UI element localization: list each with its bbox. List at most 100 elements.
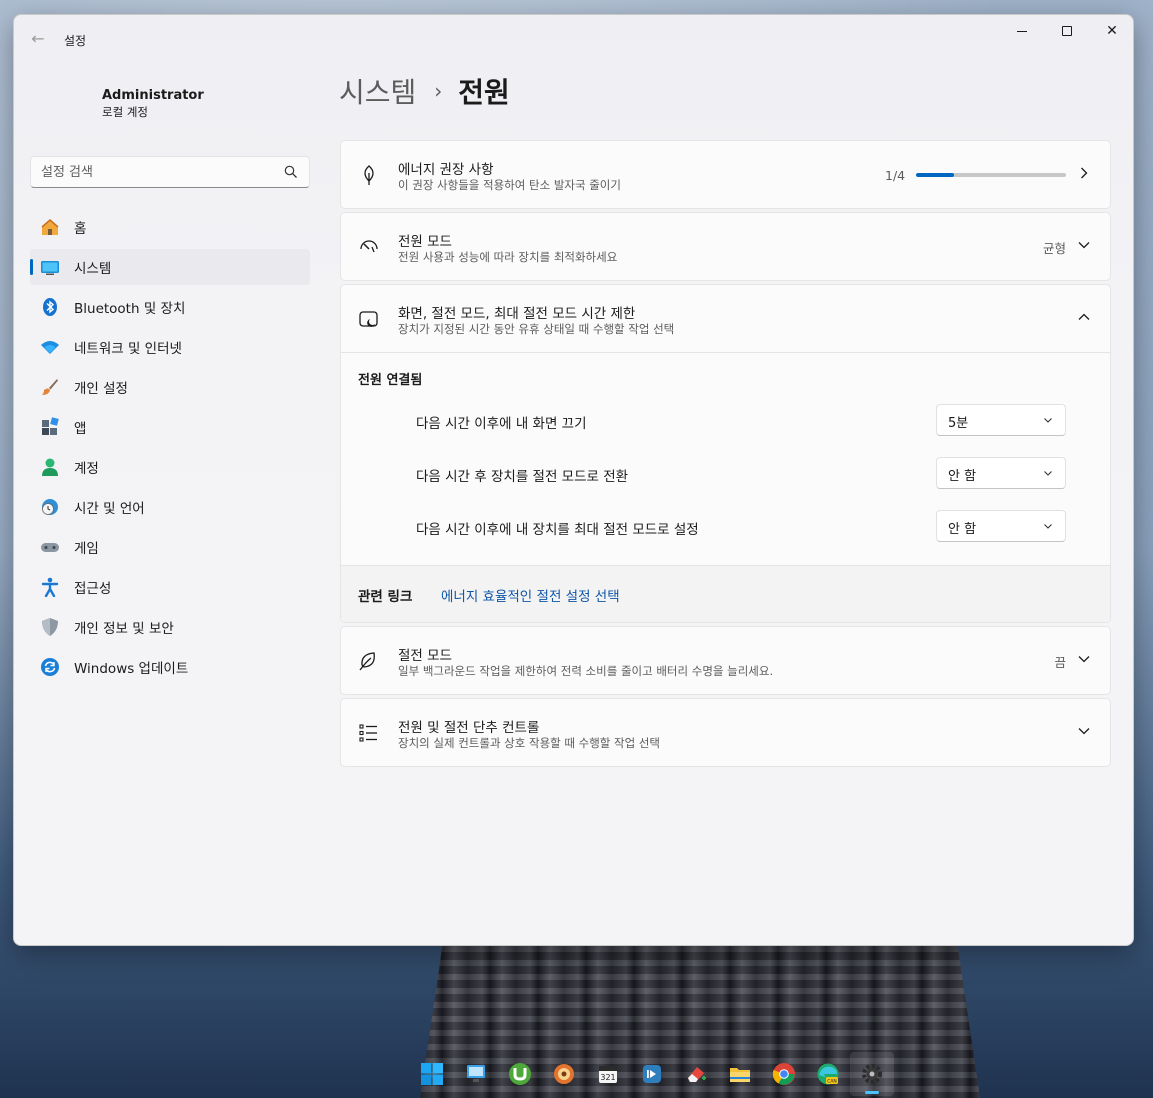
sidebar-item-network[interactable]: 네트워크 및 인터넷 bbox=[30, 329, 310, 365]
close-button[interactable]: ✕ bbox=[1089, 15, 1133, 47]
energy-saver-value: 끔 bbox=[1054, 655, 1066, 670]
minimize-icon bbox=[1017, 30, 1027, 32]
chrome-icon[interactable] bbox=[762, 1052, 806, 1096]
sleep-dropdown[interactable]: 안 함 bbox=[936, 457, 1066, 489]
power-mode-card[interactable]: 전원 모드 전원 사용과 성능에 따라 장치를 최적화하세요 균형 bbox=[340, 212, 1111, 281]
sidebar-item-gaming[interactable]: 게임 bbox=[30, 529, 310, 565]
hibernate-label: 다음 시간 이후에 내 장치를 최대 절전 모드로 설정 bbox=[416, 522, 699, 538]
screen-sleep-subtitle: 장치가 지정된 시간 동안 유휴 상태일 때 수행할 작업 선택 bbox=[398, 322, 675, 336]
sleep-setting: 다음 시간 후 장치를 절전 모드로 전환 안 함 bbox=[358, 448, 1093, 500]
breadcrumb-parent[interactable]: 시스템 bbox=[339, 71, 416, 111]
sidebar-item-label: 계정 bbox=[74, 461, 99, 477]
screen-sleep-title: 화면, 절전 모드, 최대 절전 모드 시간 제한 bbox=[398, 306, 636, 322]
sidebar-item-apps[interactable]: 앱 bbox=[30, 409, 310, 445]
utorrent-icon[interactable] bbox=[498, 1052, 542, 1096]
title-bar: ← 설정 ✕ bbox=[14, 15, 1133, 61]
energy-saver-icon bbox=[359, 652, 375, 671]
settings-search bbox=[30, 156, 310, 188]
brush-icon bbox=[40, 377, 60, 397]
sidebar-item-label: 접근성 bbox=[74, 581, 112, 597]
settings-window: ← 설정 ✕ Administrator 로컬 계정 홈 시스템 bbox=[13, 14, 1134, 946]
sleep-value: 안 함 bbox=[948, 469, 977, 484]
disk-tool-icon[interactable] bbox=[542, 1052, 586, 1096]
shield-icon bbox=[40, 617, 60, 637]
energy-subtitle: 이 권장 사항들을 적용하여 탄소 발자국 줄이기 bbox=[398, 178, 621, 192]
edge-canary-icon[interactable]: CAN bbox=[806, 1052, 850, 1096]
list-icon bbox=[359, 724, 377, 742]
user-profile[interactable]: Administrator 로컬 계정 bbox=[102, 87, 204, 120]
sidebar-item-home[interactable]: 홈 bbox=[30, 209, 310, 245]
sidebar-item-label: 시간 및 언어 bbox=[74, 501, 145, 517]
sidebar-item-label: Windows 업데이트 bbox=[74, 661, 189, 677]
clock-globe-icon bbox=[40, 497, 60, 517]
breadcrumb-separator: › bbox=[434, 79, 443, 103]
search-input[interactable] bbox=[31, 157, 271, 187]
chevron-down-icon bbox=[1078, 728, 1090, 735]
energy-saver-subtitle: 일부 백그라운드 작업을 제한하여 전력 소비를 줄이고 배터리 수명을 늘리세… bbox=[398, 664, 774, 678]
sidebar-item-privacy[interactable]: 개인 정보 및 보안 bbox=[30, 609, 310, 645]
sleep-label: 다음 시간 후 장치를 절전 모드로 전환 bbox=[416, 469, 629, 485]
sidebar-item-system[interactable]: 시스템 bbox=[30, 249, 310, 285]
energy-recommendations-card[interactable]: 에너지 권장 사항 이 권장 사항들을 적용하여 탄소 발자국 줄이기 1/4 bbox=[340, 140, 1111, 209]
screen-sleep-card: 화면, 절전 모드, 최대 절전 모드 시간 제한 장치가 지정된 시간 동안 … bbox=[340, 284, 1111, 623]
taskbar: 321 CAN bbox=[410, 1052, 900, 1096]
leaf-icon bbox=[364, 165, 374, 185]
sidebar-item-bluetooth[interactable]: Bluetooth 및 장치 bbox=[30, 289, 310, 325]
home-icon bbox=[40, 217, 60, 237]
sidebar-item-accounts[interactable]: 계정 bbox=[30, 449, 310, 485]
sidebar-item-label: 게임 bbox=[74, 541, 99, 557]
svg-text:321: 321 bbox=[600, 1073, 615, 1082]
screen-sleep-header[interactable]: 화면, 절전 모드, 최대 절전 모드 시간 제한 장치가 지정된 시간 동안 … bbox=[341, 285, 1110, 352]
calendar-app-icon[interactable]: 321 bbox=[586, 1052, 630, 1096]
chevron-down-icon bbox=[1078, 242, 1090, 249]
page-title: 전원 bbox=[458, 76, 510, 109]
screen-off-label: 다음 시간 이후에 내 화면 끄기 bbox=[416, 416, 587, 432]
sidebar-item-accessibility[interactable]: 접근성 bbox=[30, 569, 310, 605]
sidebar-item-label: Bluetooth 및 장치 bbox=[74, 301, 186, 317]
energy-saver-title: 절전 모드 bbox=[398, 648, 452, 664]
back-button[interactable]: ← bbox=[26, 27, 50, 51]
settings-icon[interactable] bbox=[850, 1052, 894, 1096]
chevron-down-icon bbox=[1044, 418, 1052, 423]
gamepad-icon bbox=[40, 537, 60, 557]
button-controls-card[interactable]: 전원 및 절전 단추 컨트롤 장치의 실제 컨트롤과 상호 작용할 때 수행할 … bbox=[340, 698, 1111, 767]
energy-saver-card[interactable]: 절전 모드 일부 백그라운드 작업을 제한하여 전력 소비를 줄이고 배터리 수… bbox=[340, 626, 1111, 695]
energy-progress-fill bbox=[916, 173, 954, 177]
energy-title: 에너지 권장 사항 bbox=[398, 162, 494, 178]
sidebar-nav: 홈 시스템 Bluetooth 및 장치 네트워크 및 인터넷 개인 설정 앱 … bbox=[30, 209, 310, 689]
plugged-in-header: 전원 연결됨 bbox=[358, 373, 423, 388]
maximize-icon bbox=[1062, 26, 1072, 36]
chevron-down-icon bbox=[1078, 656, 1090, 663]
screen-off-setting: 다음 시간 이후에 내 화면 끄기 5분 bbox=[358, 395, 1093, 447]
breadcrumb: 시스템 › 전원 bbox=[339, 71, 510, 111]
power-mode-subtitle: 전원 사용과 성능에 따라 장치를 최적화하세요 bbox=[398, 250, 618, 264]
start-icon[interactable] bbox=[410, 1052, 454, 1096]
search-icon[interactable] bbox=[283, 164, 299, 180]
accessibility-icon bbox=[40, 577, 60, 597]
related-links: 관련 링크 에너지 효율적인 절전 설정 선택 bbox=[341, 565, 1110, 622]
account-icon bbox=[40, 457, 60, 477]
hibernate-dropdown[interactable]: 안 함 bbox=[936, 510, 1066, 542]
sidebar-item-label: 앱 bbox=[74, 421, 87, 437]
minimize-button[interactable] bbox=[999, 15, 1045, 47]
sidebar-item-label: 시스템 bbox=[74, 261, 112, 277]
sidebar-item-label: 네트워크 및 인터넷 bbox=[74, 341, 182, 357]
energy-efficient-sleep-link[interactable]: 에너지 효율적인 절전 설정 선택 bbox=[441, 585, 620, 605]
system-icon bbox=[40, 257, 60, 277]
svg-text:CAN: CAN bbox=[827, 1079, 837, 1085]
screen-sleep-icon bbox=[359, 311, 378, 327]
wifi-icon bbox=[40, 337, 60, 357]
remote-desktop-icon[interactable] bbox=[454, 1052, 498, 1096]
media-player-icon[interactable] bbox=[630, 1052, 674, 1096]
eraser-app-icon[interactable] bbox=[674, 1052, 718, 1096]
file-explorer-icon[interactable] bbox=[718, 1052, 762, 1096]
energy-progress-bar bbox=[916, 173, 1066, 177]
user-account-type: 로컬 계정 bbox=[102, 105, 148, 119]
maximize-button[interactable] bbox=[1044, 15, 1090, 47]
sidebar-item-time-language[interactable]: 시간 및 언어 bbox=[30, 489, 310, 525]
sidebar-item-windows-update[interactable]: Windows 업데이트 bbox=[30, 649, 310, 685]
hibernate-setting: 다음 시간 이후에 내 장치를 최대 절전 모드로 설정 안 함 bbox=[358, 501, 1093, 553]
sidebar-item-personalization[interactable]: 개인 설정 bbox=[30, 369, 310, 405]
screen-off-dropdown[interactable]: 5분 bbox=[936, 404, 1066, 436]
chevron-down-icon bbox=[1044, 471, 1052, 476]
